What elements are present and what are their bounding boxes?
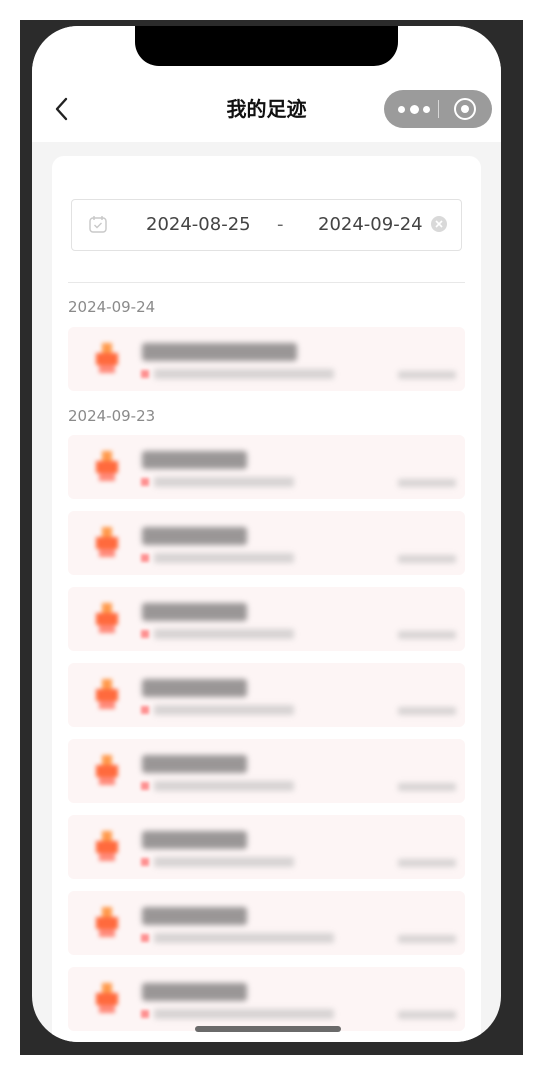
list-item[interactable] [68,663,465,727]
item-tag-blurred [141,478,149,486]
item-subtitle-blurred [154,553,294,563]
list-item[interactable] [68,967,465,1031]
item-title-blurred [142,343,297,361]
item-tag-blurred [141,858,149,866]
item-title-blurred [142,907,247,925]
item-tag-blurred [141,370,149,378]
item-meta-blurred [398,479,456,487]
end-date[interactable]: 2024-09-24 [318,214,423,236]
product-thumbnail [94,679,120,711]
item-subtitle-blurred [154,705,294,715]
item-subtitle-blurred [154,477,294,487]
item-tag-blurred [141,630,149,638]
calendar-icon [89,216,107,233]
item-meta-blurred [398,555,456,563]
item-meta-blurred [398,707,456,715]
item-subtitle-blurred [154,1009,334,1019]
mini-program-capsule [384,90,492,128]
item-tag-blurred [141,1010,149,1018]
product-thumbnail [94,527,120,559]
item-meta-blurred [398,935,456,943]
device-notch [135,26,398,66]
item-subtitle-blurred [154,857,294,867]
list-item[interactable] [68,891,465,955]
list-item[interactable] [68,327,465,391]
item-title-blurred [142,755,247,773]
more-dots-icon[interactable] [398,102,430,116]
item-meta-blurred [398,859,456,867]
home-indicator [195,1026,341,1032]
product-thumbnail [94,343,120,375]
clear-circle-icon[interactable] [430,215,448,233]
item-subtitle-blurred [154,933,334,943]
list-item[interactable] [68,587,465,651]
item-meta-blurred [398,631,456,639]
target-circle-icon[interactable] [454,98,476,120]
divider [68,282,465,283]
item-title-blurred [142,983,247,1001]
start-date[interactable]: 2024-08-25 [146,214,251,236]
item-meta-blurred [398,1011,456,1019]
group-date: 2024-09-24 [68,298,156,316]
product-thumbnail [94,603,120,635]
capsule-divider [438,100,439,118]
history-card: 2024-08-25 - 2024-09-24 2024-09-24 2024-… [52,156,481,1042]
item-tag-blurred [141,554,149,562]
list-item[interactable] [68,511,465,575]
product-thumbnail [94,831,120,863]
item-subtitle-blurred [154,781,294,791]
item-meta-blurred [398,371,456,379]
group-date: 2024-09-23 [68,407,156,425]
item-title-blurred [142,603,247,621]
item-title-blurred [142,679,247,697]
product-thumbnail [94,983,120,1015]
item-title-blurred [142,451,247,469]
item-meta-blurred [398,783,456,791]
list-item[interactable] [68,435,465,499]
item-tag-blurred [141,934,149,942]
list-item[interactable] [68,815,465,879]
item-tag-blurred [141,706,149,714]
product-thumbnail [94,907,120,939]
date-range-picker[interactable]: 2024-08-25 - 2024-09-24 [71,199,462,251]
phone-screen: 我的足迹 2024-08-25 - 2024-09-24 2024-09-24 … [32,26,501,1042]
item-title-blurred [142,831,247,849]
item-subtitle-blurred [154,629,294,639]
item-title-blurred [142,527,247,545]
item-tag-blurred [141,782,149,790]
product-thumbnail [94,451,120,483]
list-item[interactable] [68,739,465,803]
date-separator: - [277,214,284,235]
item-subtitle-blurred [154,369,334,379]
product-thumbnail [94,755,120,787]
